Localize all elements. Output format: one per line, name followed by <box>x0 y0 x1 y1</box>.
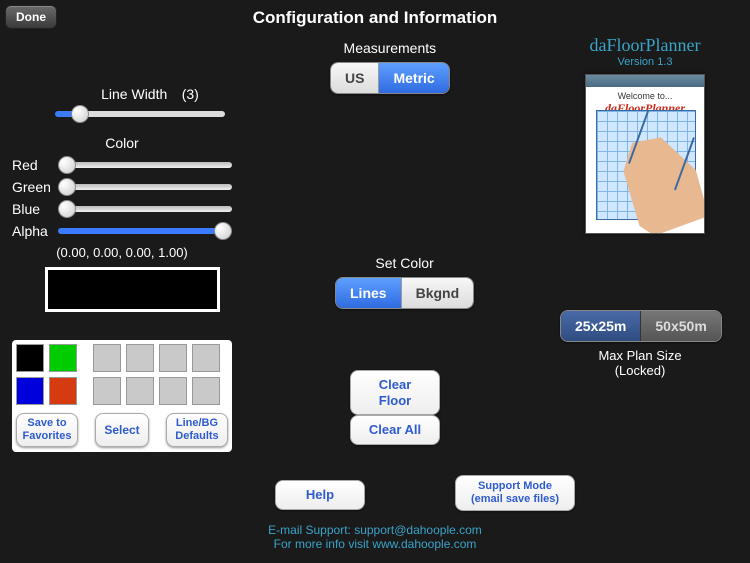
help-button[interactable]: Help <box>275 480 365 510</box>
save-favorites-button[interactable]: Save to Favorites <box>16 413 78 447</box>
swatch-empty[interactable] <box>159 377 187 405</box>
swatch-empty[interactable] <box>93 377 121 405</box>
line-width-label: Line Width <box>101 86 167 102</box>
swatch-empty[interactable] <box>192 377 220 405</box>
footer-email: E-mail Support: support@dahoople.com <box>0 523 750 537</box>
red-label: Red <box>12 157 52 173</box>
blue-slider[interactable] <box>58 206 232 212</box>
blue-label: Blue <box>12 201 52 217</box>
swatch-empty[interactable] <box>126 344 154 372</box>
thumb-welcome: Welcome to... <box>586 87 704 101</box>
plan-size-segment[interactable]: 25x25m 50x50m <box>560 310 722 342</box>
rgba-display: (0.00, 0.00, 0.00, 1.00) <box>12 245 232 260</box>
set-color-segment[interactable]: Lines Bkgnd <box>335 277 474 309</box>
swatch-empty[interactable] <box>159 344 187 372</box>
swatch-green[interactable] <box>49 344 77 372</box>
app-info: daFloorPlanner Version 1.3 Welcome to...… <box>570 35 720 234</box>
swatch-empty[interactable] <box>126 377 154 405</box>
plan-size-locked: (Locked) <box>560 363 720 378</box>
page-title: Configuration and Information <box>0 8 750 28</box>
measurements-us[interactable]: US <box>331 63 379 93</box>
green-label: Green <box>12 179 52 195</box>
color-label: Color <box>12 135 232 151</box>
red-slider[interactable] <box>58 162 232 168</box>
alpha-slider[interactable] <box>58 228 232 234</box>
footer-info: For more info visit www.dahoople.com <box>0 537 750 551</box>
swatch-black[interactable] <box>16 344 44 372</box>
clear-all-button[interactable]: Clear All <box>350 415 440 445</box>
line-width-value: (3) <box>182 86 199 102</box>
app-name: daFloorPlanner <box>570 35 720 56</box>
clear-floor-button[interactable]: Clear Floor <box>350 370 440 415</box>
alpha-label: Alpha <box>12 223 52 239</box>
plan-size-50[interactable]: 50x50m <box>641 311 720 341</box>
set-color-bkgnd[interactable]: Bkgnd <box>402 278 474 308</box>
set-color-lines[interactable]: Lines <box>336 278 402 308</box>
support-mode-button[interactable]: Support Mode (email save files) <box>455 475 575 511</box>
measurements-segment[interactable]: US Metric <box>330 62 450 94</box>
swatch-orange[interactable] <box>49 377 77 405</box>
measurements-metric[interactable]: Metric <box>379 63 448 93</box>
green-slider[interactable] <box>58 184 232 190</box>
defaults-button[interactable]: Line/BG Defaults <box>166 413 228 447</box>
color-preview <box>45 267 220 312</box>
swatch-panel: Save to Favorites Select Line/BG Default… <box>12 340 232 452</box>
plan-size-25[interactable]: 25x25m <box>561 311 641 341</box>
measurements-label: Measurements <box>330 40 450 56</box>
app-version: Version 1.3 <box>570 56 720 68</box>
line-width-slider[interactable] <box>55 111 225 117</box>
select-button[interactable]: Select <box>95 413 148 447</box>
swatch-blue[interactable] <box>16 377 44 405</box>
plan-size-label: Max Plan Size <box>560 348 720 363</box>
swatch-empty[interactable] <box>93 344 121 372</box>
swatch-empty[interactable] <box>192 344 220 372</box>
app-thumbnail: Welcome to... daFloorPlanner by dahoople… <box>585 74 705 234</box>
set-color-label: Set Color <box>335 255 474 271</box>
